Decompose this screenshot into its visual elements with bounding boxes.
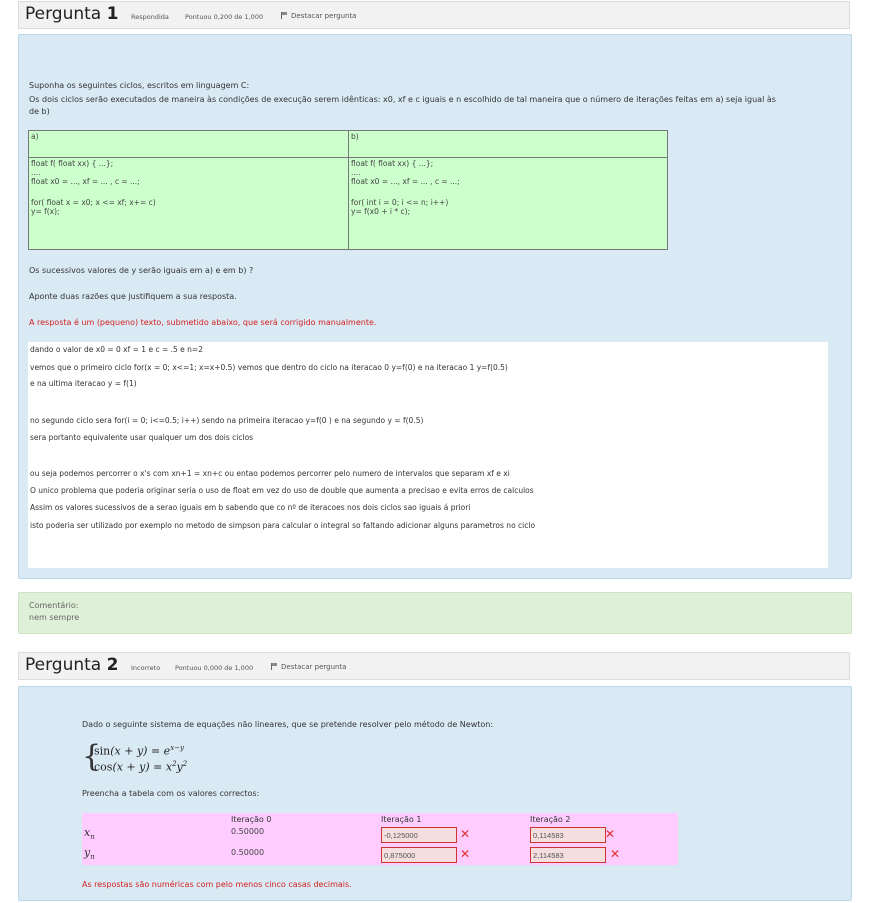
answer-line: sera portanto equivalente usar qualquer … [30,433,254,442]
incorrect-icon: ✕ [460,847,471,861]
q1-intro-line1: Suponha os seguintes ciclos, escritos em… [29,81,250,90]
feedback-comment: Comentário: nem sempre [18,592,852,634]
answer-line: e na ultima iteracao y = f(1) [30,379,137,388]
question-1-score: Pontuou 0,200 de 1,000 [185,13,264,21]
question-2-score: Pontuou 0,000 de 1,000 [175,664,254,672]
answer-line: vemos que o primeiro ciclo for(x = 0; x<… [30,363,508,372]
answer-line: Assim os valores sucessivos de a serao i… [30,503,471,512]
q1-intro-line2: Os dois ciclos serão executados de manei… [29,95,776,104]
question-1-status: Respondida [131,13,169,21]
code-cell-a: float f( float xx) { ...}; .... float x0… [28,157,349,250]
q1-intro-line3: de b) [29,107,50,116]
row-label-yn: yn [84,846,95,862]
question-2-title: Pergunta 2 [25,655,119,675]
question-2-status: Incorreto [131,664,161,672]
flag-question-2-link[interactable]: Destacar pergunta [271,663,346,671]
header-iter-0: Iteração 0 [231,815,272,824]
q2-note: As respostas são numéricas com pelo meno… [82,880,352,889]
answer-line: no segundo ciclo sera for(i = 0; i<=0.5;… [30,416,424,425]
xn-iter-0: 0.50000 [231,827,265,836]
yn-iter-1-input[interactable] [381,847,457,863]
yn-iter-2-input[interactable] [530,847,606,863]
q2-intro: Dado o seguinte sistema de equações não … [82,720,494,729]
q2-fill-instruction: Preencha a tabela com os valores correct… [82,789,260,798]
answer-line: O unico problema que poderia originar se… [30,486,534,495]
answer-line: dando o valor de x0 = 0 xf = 1 e c = .5 … [30,345,203,354]
row-label-xn: xn [84,826,95,842]
comment-label: Comentário: [29,601,79,610]
answer-line: ou seja podemos percorrer o x's com xn+1… [30,469,510,478]
header-iter-1: Iteração 1 [381,815,422,824]
comment-text: nem sempre [29,613,80,622]
question-2-header: Pergunta 2 Incorreto Pontuou 0,000 de 1,… [18,652,850,680]
question-1-title: Pergunta 1 [25,4,119,24]
incorrect-icon: ✕ [610,847,621,861]
flag-icon [271,663,277,670]
answer-textarea[interactable]: dando o valor de x0 = 0 xf = 1 e c = .5 … [28,342,828,568]
flag-icon [281,12,287,19]
code-cell-b: float f( float xx) { ...}; .... float x0… [348,157,668,250]
flag-question-1-link[interactable]: Destacar pergunta [281,12,356,20]
yn-iter-0: 0.50000 [231,848,265,857]
code-header-b: b) [348,130,668,158]
code-table: a) b) float f( float xx) { ...}; .... fl… [28,130,668,250]
question-1-header: Pergunta 1 Respondida Pontuou 0,200 de 1… [18,1,850,29]
q1-question: Os sucessivos valores de y serão iguais … [29,266,254,275]
q1-note: A resposta é um (pequeno) texto, submeti… [29,318,377,327]
equation-system: { sin(x + y) = ex−y cos(x + y) = x2y2 [82,739,188,774]
xn-iter-2-input[interactable] [530,827,606,843]
header-iter-2: Iteração 2 [530,815,571,824]
q1-ask: Aponte duas razões que justifiquem a sua… [29,292,237,301]
newton-table: Iteração 0 Iteração 1 Iteração 2 xn 0.50… [82,813,678,865]
xn-iter-1-input[interactable] [381,827,457,843]
answer-line: isto poderia ser utilizado por exemplo n… [30,521,536,530]
incorrect-icon: ✕ [605,827,616,841]
incorrect-icon: ✕ [460,827,471,841]
code-header-a: a) [28,130,349,158]
